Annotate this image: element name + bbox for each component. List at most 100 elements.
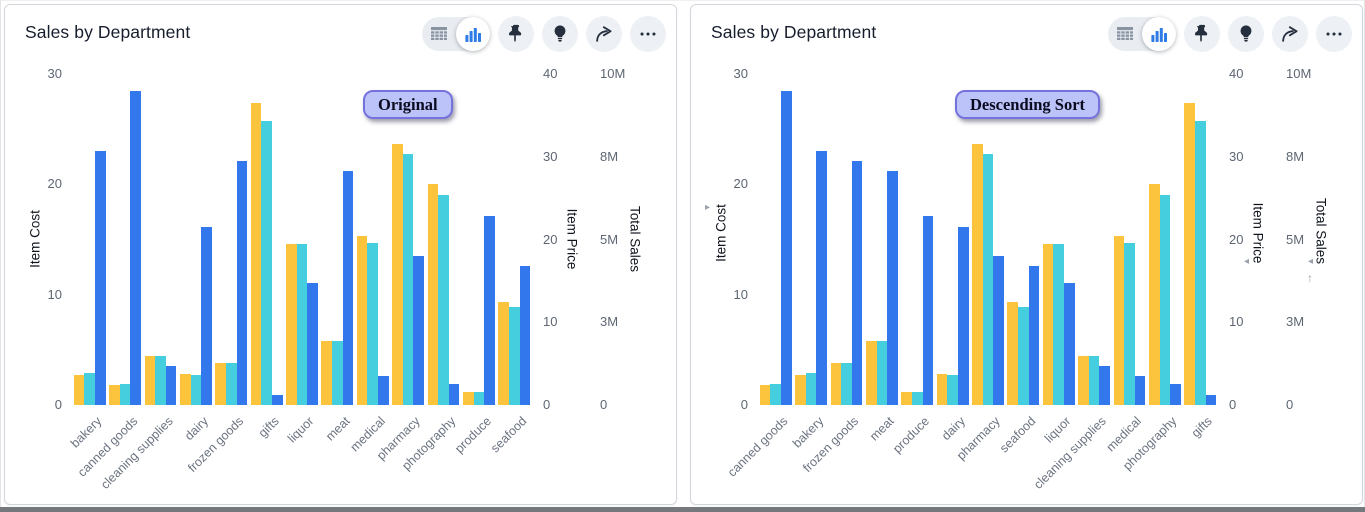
bar[interactable] bbox=[831, 363, 842, 405]
bar[interactable] bbox=[912, 392, 923, 405]
bar[interactable] bbox=[307, 283, 318, 405]
bar[interactable] bbox=[237, 161, 248, 405]
bar[interactable] bbox=[1160, 195, 1171, 405]
x-axis-label: liquor bbox=[285, 414, 317, 446]
bar[interactable] bbox=[887, 171, 898, 405]
bar[interactable] bbox=[428, 184, 439, 405]
y-axis-title-item-cost: Item Cost bbox=[28, 210, 43, 268]
bar[interactable] bbox=[877, 341, 888, 405]
x-axis-label: meat bbox=[867, 414, 897, 444]
bar[interactable] bbox=[321, 341, 332, 405]
bar[interactable] bbox=[923, 216, 934, 405]
view-toggle[interactable] bbox=[1108, 17, 1176, 51]
bar[interactable] bbox=[392, 144, 403, 405]
bar[interactable] bbox=[1206, 395, 1217, 405]
bar[interactable] bbox=[201, 227, 212, 405]
bar[interactable] bbox=[781, 91, 792, 405]
bar[interactable] bbox=[166, 366, 177, 405]
bar[interactable] bbox=[1043, 244, 1054, 405]
bar[interactable] bbox=[958, 227, 969, 405]
more-options-button[interactable] bbox=[1316, 16, 1352, 52]
pin-button[interactable] bbox=[498, 16, 534, 52]
bar[interactable] bbox=[449, 384, 460, 405]
bar[interactable] bbox=[866, 341, 877, 405]
bar[interactable] bbox=[463, 392, 474, 405]
bar[interactable] bbox=[1053, 244, 1064, 405]
bar[interactable] bbox=[1114, 236, 1125, 405]
bar[interactable] bbox=[343, 171, 354, 405]
bar[interactable] bbox=[413, 256, 424, 405]
bar[interactable] bbox=[357, 236, 368, 405]
x-axis-label: dairy bbox=[182, 414, 211, 443]
bar[interactable] bbox=[1195, 121, 1206, 405]
bar[interactable] bbox=[498, 302, 509, 405]
bar[interactable] bbox=[795, 375, 806, 405]
bar[interactable] bbox=[1018, 307, 1029, 405]
bar[interactable] bbox=[1184, 103, 1195, 405]
bar[interactable] bbox=[1099, 366, 1110, 405]
bar[interactable] bbox=[145, 356, 156, 405]
share-button[interactable] bbox=[586, 16, 622, 52]
chart-view-button[interactable] bbox=[456, 17, 490, 51]
bar[interactable] bbox=[1124, 243, 1135, 405]
bar[interactable] bbox=[770, 384, 781, 405]
bar[interactable] bbox=[509, 307, 520, 405]
bar[interactable] bbox=[1089, 356, 1100, 405]
bar[interactable] bbox=[947, 375, 958, 405]
bar[interactable] bbox=[367, 243, 378, 405]
bar[interactable] bbox=[520, 266, 531, 405]
bar[interactable] bbox=[261, 121, 272, 405]
bar[interactable] bbox=[438, 195, 449, 405]
insights-button[interactable] bbox=[542, 16, 578, 52]
bar[interactable] bbox=[806, 373, 817, 405]
bar[interactable] bbox=[191, 375, 202, 405]
bar[interactable] bbox=[1078, 356, 1089, 405]
bar[interactable] bbox=[155, 356, 166, 405]
visual-toolbar bbox=[422, 16, 666, 52]
bar[interactable] bbox=[474, 392, 485, 405]
bar[interactable] bbox=[816, 151, 827, 405]
bar[interactable] bbox=[1135, 376, 1146, 405]
bar[interactable] bbox=[1170, 384, 1181, 405]
bar[interactable] bbox=[983, 154, 994, 405]
bar[interactable] bbox=[180, 374, 191, 405]
chart-view-button[interactable] bbox=[1142, 17, 1176, 51]
bar[interactable] bbox=[332, 341, 343, 405]
y-axis-tick: 20 bbox=[708, 176, 748, 191]
pin-button[interactable] bbox=[1184, 16, 1220, 52]
bar[interactable] bbox=[1007, 302, 1018, 405]
bar[interactable] bbox=[1064, 283, 1075, 405]
bar[interactable] bbox=[286, 244, 297, 405]
bar[interactable] bbox=[760, 385, 771, 405]
bar[interactable] bbox=[901, 392, 912, 405]
bar[interactable] bbox=[84, 373, 95, 405]
bar[interactable] bbox=[852, 161, 863, 405]
bar[interactable] bbox=[1029, 266, 1040, 405]
bar[interactable] bbox=[403, 154, 414, 405]
bar[interactable] bbox=[215, 363, 226, 405]
more-options-button[interactable] bbox=[630, 16, 666, 52]
bar[interactable] bbox=[130, 91, 141, 405]
view-toggle[interactable] bbox=[422, 17, 490, 51]
y-axis-tick: 0 bbox=[543, 397, 583, 412]
table-view-button[interactable] bbox=[422, 26, 456, 42]
insights-button[interactable] bbox=[1228, 16, 1264, 52]
table-view-button[interactable] bbox=[1108, 26, 1142, 42]
bar[interactable] bbox=[972, 144, 983, 405]
bar[interactable] bbox=[993, 256, 1004, 405]
share-button[interactable] bbox=[1272, 16, 1308, 52]
bar[interactable] bbox=[937, 374, 948, 405]
bar[interactable] bbox=[95, 151, 106, 405]
bar[interactable] bbox=[1149, 184, 1160, 405]
bar[interactable] bbox=[74, 375, 85, 405]
bar[interactable] bbox=[484, 216, 495, 405]
bar[interactable] bbox=[272, 395, 283, 405]
visual-title: Sales by Department bbox=[25, 22, 190, 43]
bar[interactable] bbox=[109, 385, 120, 405]
bar[interactable] bbox=[841, 363, 852, 405]
bar[interactable] bbox=[226, 363, 237, 405]
bar[interactable] bbox=[378, 376, 389, 405]
bar[interactable] bbox=[120, 384, 131, 405]
bar[interactable] bbox=[297, 244, 308, 405]
bar[interactable] bbox=[251, 103, 262, 405]
